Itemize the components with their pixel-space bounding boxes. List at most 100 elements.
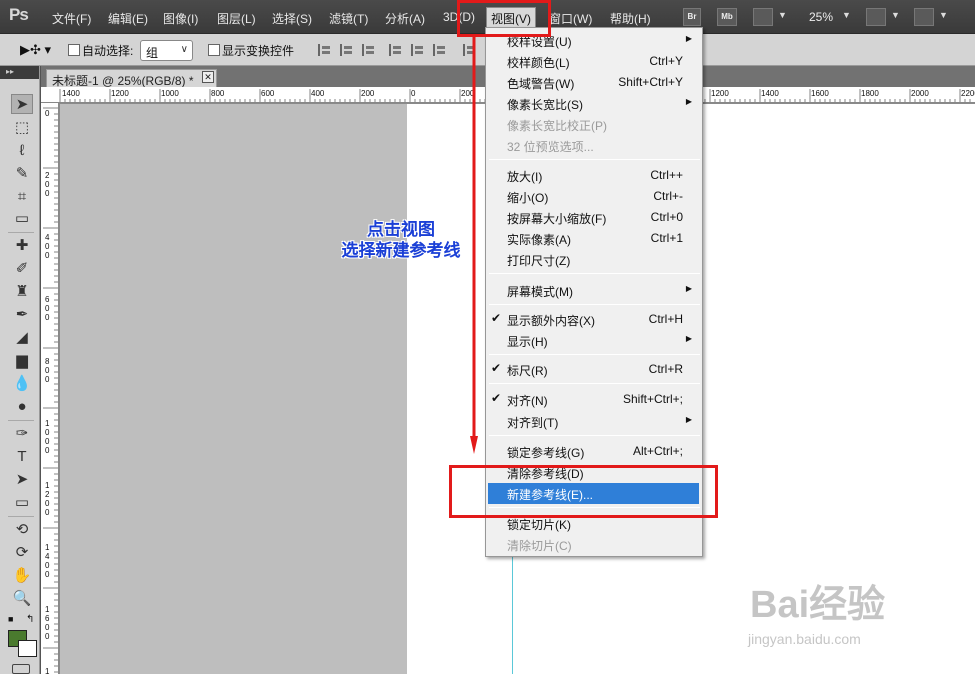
menu-separator [489,383,700,384]
ruler-label: 1400 [45,543,50,579]
dodge-tool-icon[interactable]: ● [11,397,33,417]
menu-separator [489,304,700,305]
show-transform-label: 显示变换控件 [222,44,295,58]
toolbox-divider [8,232,34,233]
menu-separator [489,273,700,274]
brush-tool-icon[interactable]: ✐ [11,259,33,279]
menu-item-clear-slices: 清除切片(C) [507,539,572,553]
healing-brush-tool-icon[interactable]: ✚ [11,236,33,256]
ruler-label: 0 [411,89,416,98]
menu-item-snap[interactable]: ✔ 对齐(N) Shift+Ctrl+; [487,389,702,410]
eraser-tool-icon[interactable]: ◢ [11,328,33,348]
history-brush-tool-icon[interactable]: ✒ [11,305,33,325]
screen-mode-icon[interactable] [914,8,934,26]
align-horizontal-center-icon[interactable] [411,44,425,56]
quick-select-tool-icon[interactable]: ✎ [11,164,33,184]
extras-dropdown-icon[interactable]: ▼ [778,10,787,20]
menu-item-rulers[interactable]: ✔ 标尺(R) Ctrl+R [487,359,702,380]
zoom-dropdown-icon[interactable]: ▼ [842,10,851,20]
ruler-label: 400 [45,233,50,260]
menu-select[interactable]: 选择(S) [272,10,312,27]
pen-tool-icon[interactable]: ✑ [11,424,33,444]
auto-select-dropdown[interactable]: 组 ∨ [140,40,193,61]
menu-edit[interactable]: 编辑(E) [108,10,148,27]
toolbox: ▸▸ ➤ ⬚ ℓ ✎ ⌗ ▭ ✚ ✐ ♜ ✒ ◢ ▆ 💧 ● ✑ T ➤ ▭ ⟲… [0,66,40,674]
extras-icon[interactable] [753,8,773,26]
menu-item-zoom-out[interactable]: 缩小(O) Ctrl+- [487,186,702,207]
ruler-tool-icon[interactable]: ▭ [11,209,33,229]
menu-item-print-size[interactable]: 打印尺寸(Z) [487,249,702,270]
move-tool-icon[interactable]: ➤ [11,94,33,114]
menu-separator [489,435,700,436]
background-color-swatch[interactable] [18,640,37,657]
photoshop-window: Ps 文件(F) 编辑(E) 图像(I) 图层(L) 选择(S) 滤镜(T) 分… [0,0,975,674]
lasso-tool-icon[interactable]: ℓ [11,141,33,161]
menu-item-actual-pixels[interactable]: 实际像素(A) Ctrl+1 [487,228,702,249]
screen-mode-dropdown-icon[interactable]: ▼ [939,10,948,20]
align-left-icon[interactable] [389,44,403,56]
menu-item-extras[interactable]: ✔ 显示额外内容(X) Ctrl+H [487,309,702,330]
type-tool-icon[interactable]: T [11,447,33,467]
ruler-label: 0 [45,109,50,118]
menu-analysis[interactable]: 分析(A) [385,10,425,27]
toolbox-collapse-icon[interactable]: ▸▸ [0,66,39,79]
close-icon[interactable]: ✕ [202,71,214,83]
menu-help[interactable]: 帮助(H) [610,10,651,27]
ruler-label: 600 [45,295,50,322]
menu-item-proof-colors[interactable]: 校样颜色(L) Ctrl+Y [487,51,702,72]
ruler-label: 1600 [45,605,50,641]
shape-tool-icon[interactable]: ▭ [11,493,33,513]
crop-tool-icon[interactable]: ⌗ [11,187,33,207]
menu-item-pixel-aspect-correction: 像素长宽比校正(P) [507,119,607,133]
submenu-arrow-icon: ▶ [685,97,692,106]
menu-item-lock-guides[interactable]: 锁定参考线(G) Alt+Ctrl+; [487,441,702,462]
3d-orbit-tool-icon[interactable]: ⟳ [11,543,33,563]
swap-colors-icon[interactable]: ↰ [26,614,34,625]
document-tab-title: 未标题-1 @ 25%(RGB/8) * [52,74,194,88]
menu-window[interactable]: 窗口(W) [549,10,592,27]
arrange-dropdown-icon[interactable]: ▼ [891,10,900,20]
gradient-tool-icon[interactable]: ▆ [11,351,33,371]
menu-item-fit-on-screen[interactable]: 按屏幕大小缩放(F) Ctrl+0 [487,207,702,228]
quick-mask-icon[interactable] [12,664,30,674]
submenu-arrow-icon: ▶ [685,415,692,424]
ruler-label: 800 [45,357,50,384]
menu-item-gamut-warning[interactable]: 色域警告(W) Shift+Ctrl+Y [487,72,702,93]
arrange-documents-icon[interactable] [866,8,886,26]
menu-file[interactable]: 文件(F) [52,10,91,27]
menu-item-show[interactable]: 显示(H) ▶ [487,330,702,351]
default-colors-icon[interactable]: ■ [8,614,13,624]
vertical-ruler[interactable]: 0 200 400 600 800 1000 1200 1400 1600 1800 [41,103,59,674]
menu-layer[interactable]: 图层(L) [217,10,256,27]
photoshop-logo: Ps [9,5,29,24]
align-vertical-center-icon[interactable] [340,44,354,56]
zoom-level[interactable]: 25% [809,10,833,24]
menu-item-pixel-aspect-ratio[interactable]: 像素长宽比(S) ▶ [487,93,702,114]
move-tool-preset-icon[interactable]: ▶✣ ▾ [20,42,51,58]
ruler-label: 2200 [961,89,975,98]
document-tab[interactable]: 未标题-1 @ 25%(RGB/8) * ✕ [46,69,217,88]
menu-item-screen-mode[interactable]: 屏幕模式(M) ▶ [487,280,702,301]
align-bottom-icon[interactable] [362,44,376,56]
menu-separator [489,354,700,355]
menu-item-snap-to[interactable]: 对齐到(T) ▶ [487,411,702,432]
menu-item-zoom-in[interactable]: 放大(I) Ctrl++ [487,165,702,186]
menu-filter[interactable]: 滤镜(T) [329,10,368,27]
align-right-icon[interactable] [433,44,447,56]
pasteboard [60,104,407,674]
path-selection-tool-icon[interactable]: ➤ [11,470,33,490]
bridge-button[interactable]: Br [683,8,701,26]
blur-tool-icon[interactable]: 💧 [11,374,33,394]
marquee-tool-icon[interactable]: ⬚ [11,118,33,138]
ruler-label: 2000 [911,89,929,98]
auto-select-checkbox[interactable] [68,44,80,56]
align-top-icon[interactable] [318,44,332,56]
3d-rotate-tool-icon[interactable]: ⟲ [11,520,33,540]
ruler-label: 1200 [711,89,729,98]
show-transform-checkbox[interactable] [208,44,220,56]
mini-bridge-button[interactable]: Mb [717,8,737,26]
menu-image[interactable]: 图像(I) [163,10,198,27]
hand-tool-icon[interactable]: ✋ [11,566,33,586]
zoom-tool-icon[interactable]: 🔍 [11,589,33,609]
clone-stamp-tool-icon[interactable]: ♜ [11,282,33,302]
